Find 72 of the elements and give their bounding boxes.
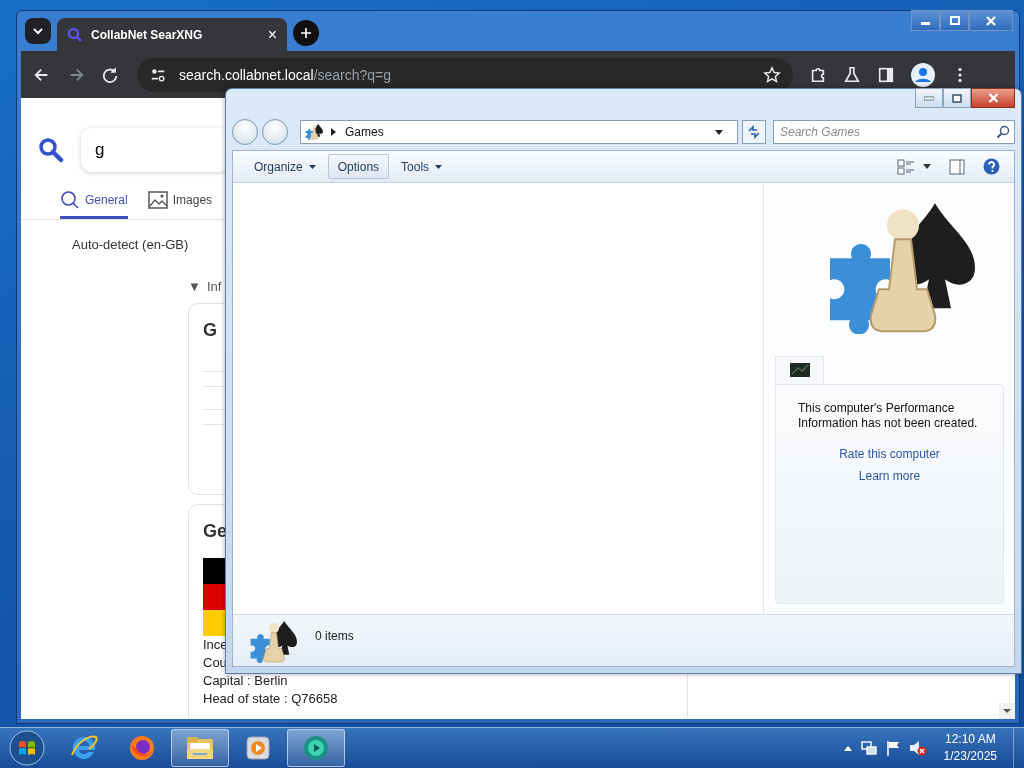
tab-list-button[interactable] — [25, 18, 51, 44]
caret-down-icon — [308, 164, 316, 169]
item-count: 0 items — [315, 629, 354, 643]
address-bar[interactable]: Games — [300, 120, 738, 144]
infobox-title: Ge — [203, 521, 228, 542]
toolbar-button[interactable]: Tools — [391, 154, 453, 179]
category-tab[interactable]: General — [60, 190, 128, 219]
star-icon[interactable] — [763, 65, 781, 84]
category-tab[interactable]: Images — [147, 190, 213, 219]
search-icon[interactable] — [996, 125, 1010, 139]
search-icon — [60, 190, 80, 210]
firefox-icon[interactable] — [127, 733, 157, 763]
flag-icon[interactable] — [885, 740, 900, 756]
refresh-button[interactable] — [742, 120, 766, 144]
preview-pane-icon[interactable] — [949, 158, 965, 175]
maximize-icon — [952, 93, 962, 103]
close-button[interactable] — [971, 88, 1015, 108]
start-orb-icon[interactable] — [9, 730, 45, 766]
scroll-down-button[interactable] — [999, 703, 1015, 719]
close-tab-button[interactable]: × — [267, 25, 277, 44]
back-button[interactable] — [232, 119, 258, 145]
avatar-icon[interactable] — [911, 62, 935, 87]
infobox-toggle[interactable]: ▼ Inf — [188, 279, 222, 294]
games-icon — [249, 621, 297, 663]
browser-tab[interactable]: CollabNet SearXNG × — [57, 18, 287, 51]
taskbar-button[interactable] — [287, 729, 345, 767]
pane-tab[interactable] — [775, 355, 824, 384]
maximize-button[interactable] — [943, 88, 971, 108]
chevron-down-icon — [32, 25, 44, 37]
infobox-fact: Head of state : Q76658 — [203, 690, 338, 708]
infobox-title: G — [203, 320, 218, 341]
forward-button[interactable] — [262, 119, 288, 145]
infobox-fact: Capital : Berlin — [203, 672, 288, 690]
maximize-button[interactable] — [940, 10, 969, 31]
search-icon — [67, 26, 83, 43]
games-icon — [305, 124, 323, 140]
plus-icon — [300, 27, 312, 39]
close-icon — [986, 15, 996, 26]
toolbar-button[interactable]: Options — [327, 154, 390, 179]
side-panel-icon[interactable] — [877, 65, 895, 84]
caret-up-icon[interactable] — [843, 745, 852, 751]
search-icon[interactable] — [38, 137, 64, 163]
language-label: Auto-detect (en-GB) — [71, 236, 190, 252]
link[interactable]: Learn more — [858, 468, 921, 483]
image-icon — [147, 191, 168, 209]
minimize-button[interactable] — [911, 10, 940, 31]
close-button[interactable] — [969, 10, 1013, 31]
muted-speaker-icon[interactable] — [908, 740, 927, 756]
network-icon[interactable] — [860, 740, 877, 756]
play-icon[interactable] — [245, 735, 271, 761]
maximize-icon — [949, 16, 960, 25]
clock[interactable]: 12:10 AM 1/23/2025 — [943, 731, 997, 765]
flask-icon[interactable] — [843, 65, 861, 84]
reload-icon[interactable] — [101, 65, 119, 84]
refresh-arrows-icon — [747, 125, 761, 139]
chevron-right-icon — [331, 128, 337, 136]
help-icon[interactable] — [983, 158, 1000, 175]
puzzle-icon[interactable] — [809, 65, 827, 84]
toolbar-button[interactable]: Organize — [244, 154, 326, 179]
link[interactable]: Rate this computer — [839, 446, 940, 461]
address-bar[interactable]: search.collabnet.local/search?q=g — [137, 57, 793, 92]
close-icon — [987, 93, 999, 103]
minimize-icon — [924, 95, 934, 101]
caret-down-icon — [435, 164, 443, 169]
search-field[interactable]: Search Games — [773, 120, 1015, 144]
taskbar-button[interactable] — [171, 729, 229, 767]
monitor-icon — [789, 363, 810, 377]
caret-down-icon[interactable] — [923, 164, 931, 169]
performance-message: This computer's Performance Information has not been created. — [797, 400, 979, 431]
caret-down-icon[interactable] — [715, 129, 723, 135]
new-tab-button[interactable] — [293, 20, 319, 46]
view-list-icon[interactable] — [897, 158, 915, 175]
